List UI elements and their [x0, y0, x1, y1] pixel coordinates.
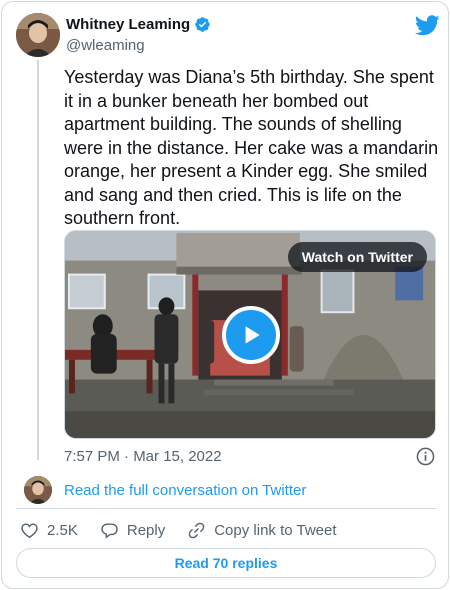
divider — [16, 508, 436, 509]
author-handle[interactable]: @wleaming — [66, 37, 145, 54]
like-count: 2.5K — [47, 522, 78, 539]
twitter-bird-icon[interactable] — [415, 15, 440, 36]
copy-link-label: Copy link to Tweet — [214, 522, 337, 539]
link-icon — [188, 522, 205, 539]
conversation-avatar[interactable] — [24, 476, 52, 504]
like-button[interactable]: 2.5K — [20, 521, 78, 540]
tweet-text: Yesterday was Diana’s 5th birthday. She … — [64, 67, 444, 228]
info-icon[interactable] — [416, 447, 435, 466]
play-button[interactable] — [222, 306, 280, 364]
heart-icon — [21, 523, 38, 539]
reply-button[interactable]: Reply — [100, 521, 165, 540]
watch-on-twitter-button[interactable]: Watch on Twitter — [287, 242, 427, 272]
thread-line — [37, 60, 39, 460]
tweet-card: Whitney Leaming @wleaming Yesterday was … — [1, 1, 449, 589]
reply-label: Reply — [126, 522, 166, 539]
read-conversation-link[interactable]: Read the full conversation on Twitter — [64, 482, 306, 499]
reply-bubble-icon — [101, 523, 118, 539]
tweet-video[interactable]: Watch on Twitter — [64, 230, 436, 439]
tweet-timestamp[interactable]: 7:57 PM · Mar 15, 2022 — [64, 448, 222, 465]
author-name[interactable]: Whitney Leaming — [66, 16, 190, 33]
author-name-row: Whitney Leaming — [66, 16, 211, 33]
verified-badge-icon — [194, 16, 211, 33]
copy-link-button[interactable]: Copy link to Tweet — [187, 521, 337, 540]
read-replies-button[interactable]: Read 70 replies — [16, 548, 436, 578]
author-avatar[interactable] — [16, 13, 60, 57]
play-icon — [245, 326, 260, 344]
action-bar: 2.5K Reply Copy link to Tweet — [20, 521, 359, 540]
